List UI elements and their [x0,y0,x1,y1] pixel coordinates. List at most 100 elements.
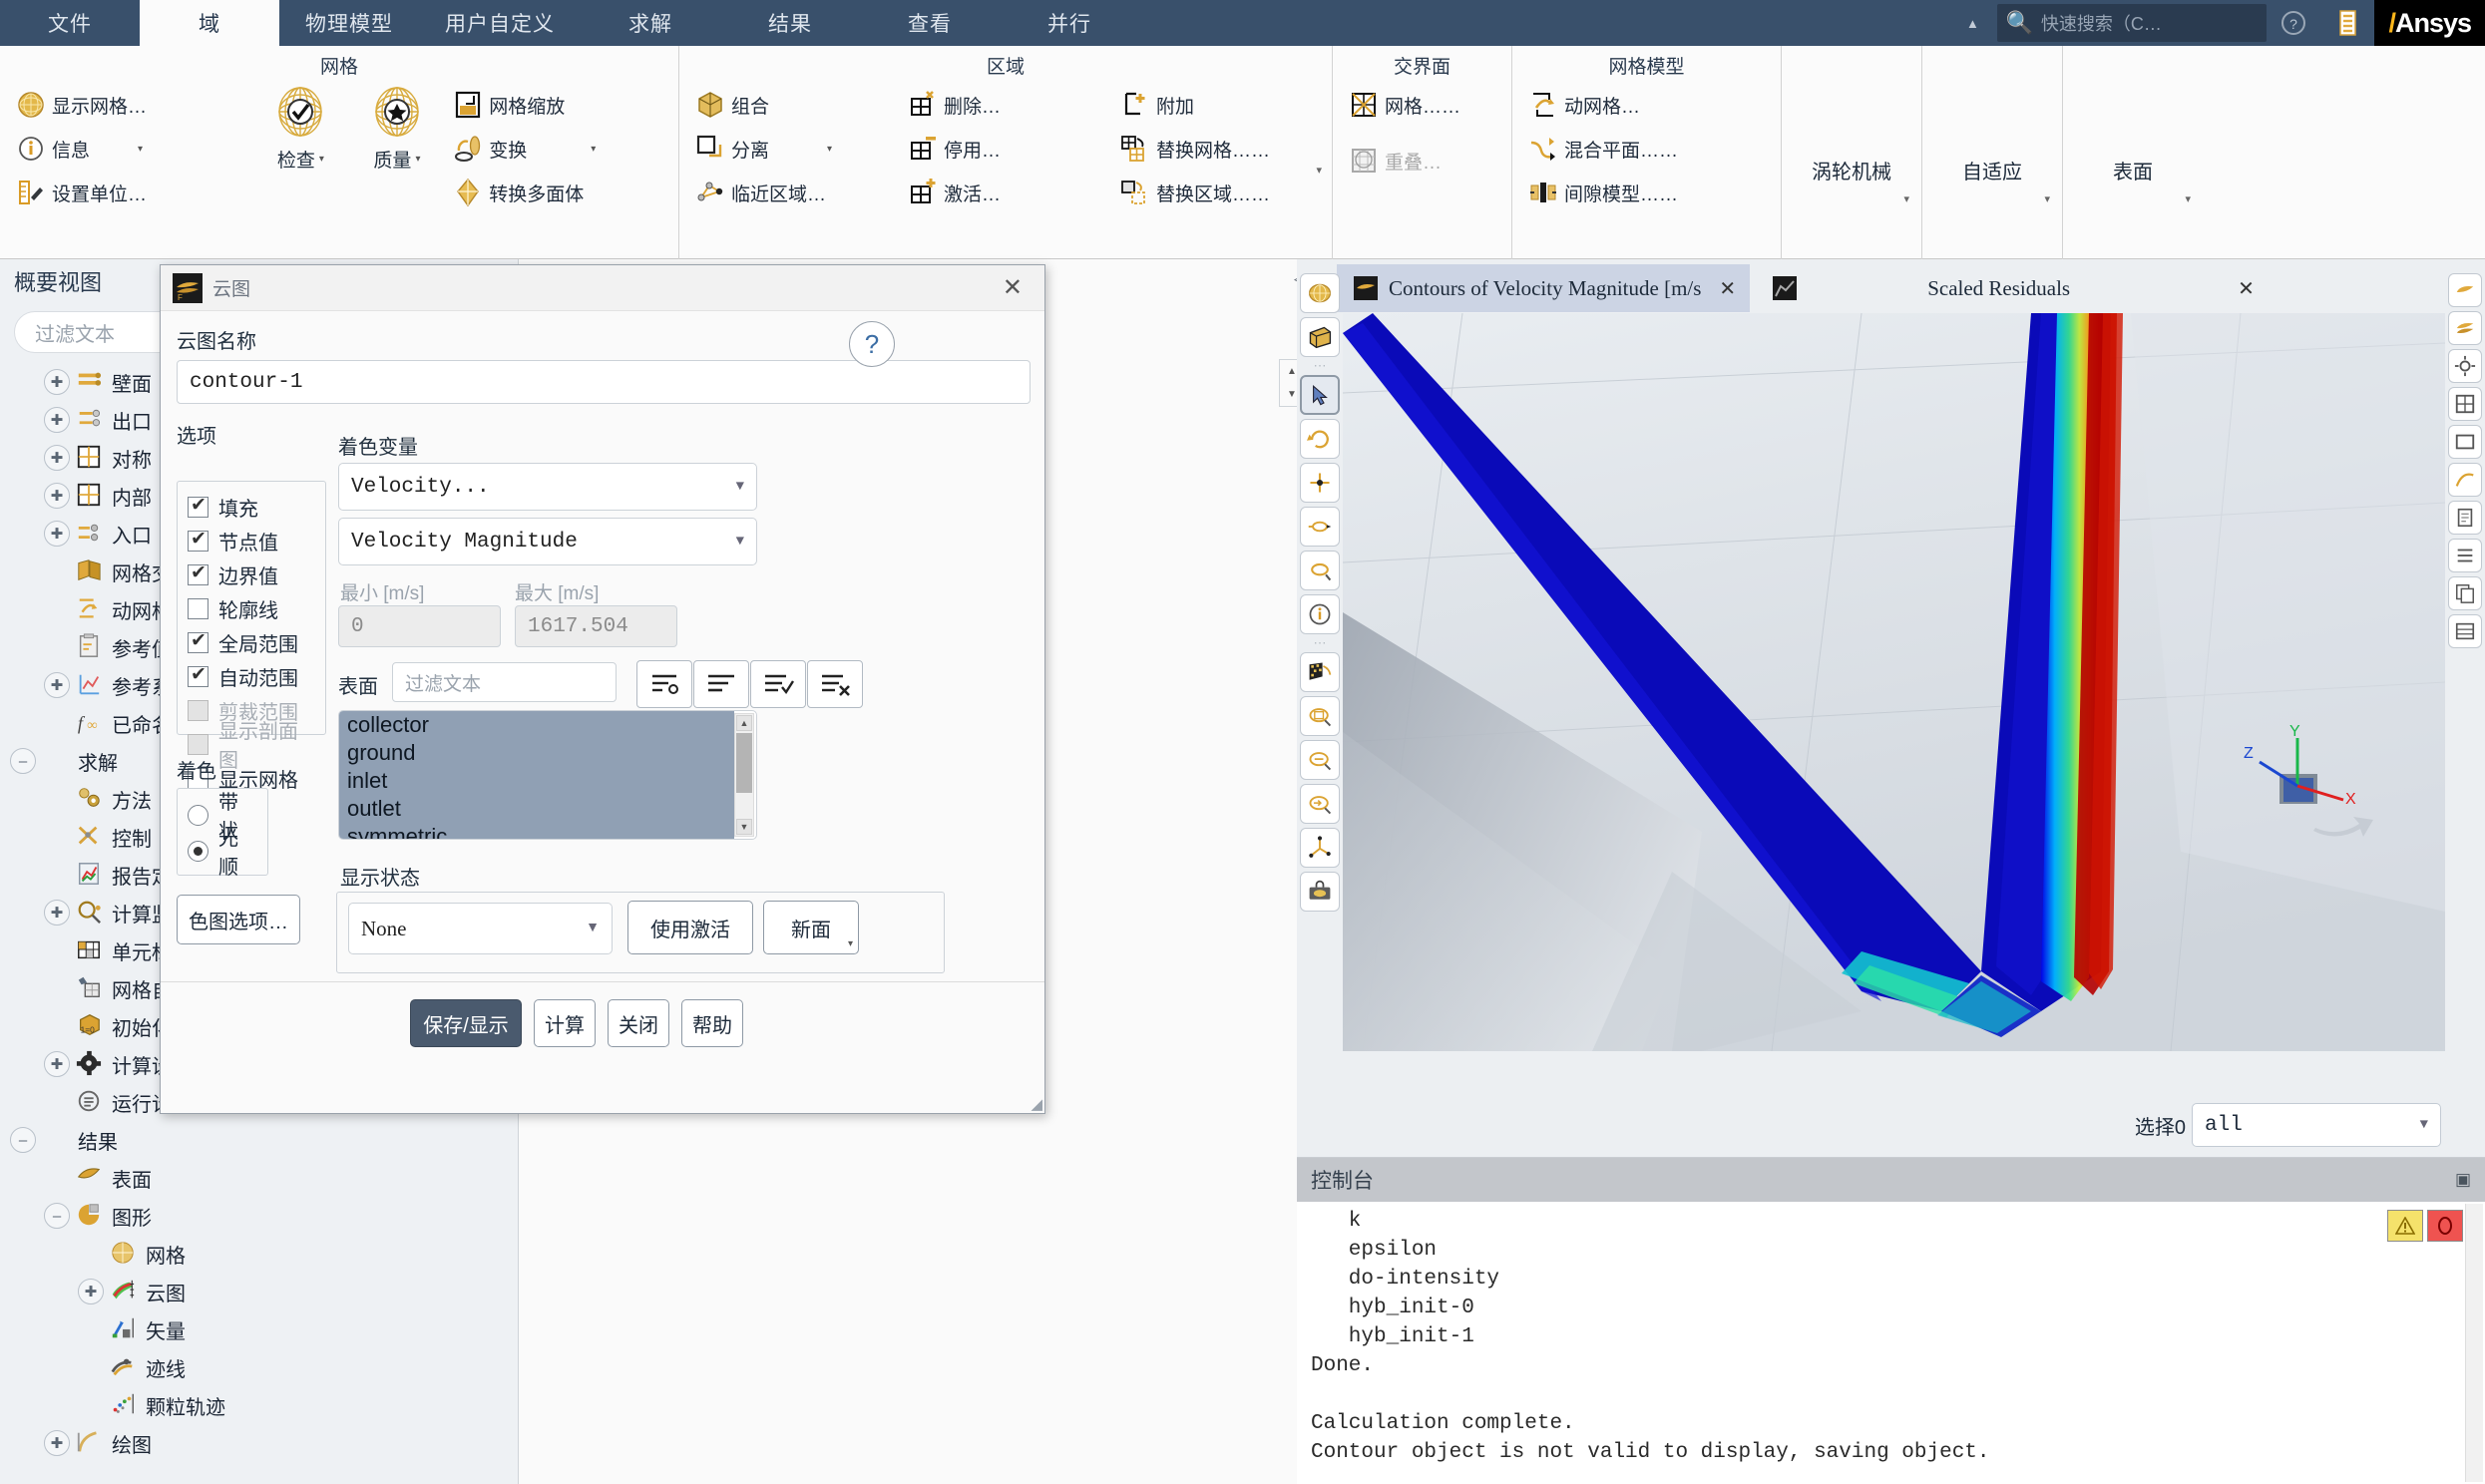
option-row-0[interactable]: 填充 [188,490,315,524]
expand-icon[interactable]: ✚ [44,483,70,509]
gfx-display-mesh-button[interactable] [1300,273,1340,313]
spinner-down-icon[interactable]: ▼ [1287,389,1297,400]
gfx-right-tool-9[interactable] [2448,576,2482,610]
contour-name-input[interactable]: contour-1 [177,360,1031,404]
expand-icon[interactable]: ✚ [44,369,70,395]
option-row-5[interactable]: 自动范围 [188,659,315,693]
collapse-icon[interactable]: – [44,1203,70,1229]
chevron-down-icon[interactable]: ▼ [736,479,744,495]
chevron-down-icon[interactable]: ▾ [319,154,324,165]
error-badge[interactable] [2427,1210,2463,1242]
ribbon-dynamic-mesh-button[interactable]: 动网格… [1522,84,1684,126]
surface-list-item[interactable]: outlet [339,795,734,823]
graphics-tab-residuals[interactable]: Scaled Residuals ✕ [1750,264,2269,312]
tree-item-20[interactable]: – 结果 [0,1121,518,1159]
gfx-zoom-to-fit-button[interactable] [1300,784,1340,824]
option-row-3[interactable]: 轮廓线 [188,591,315,625]
gfx-axis-triad-button[interactable] [1300,828,1340,868]
console-scrollbar[interactable] [2465,1204,2483,1482]
ribbon-separate-button[interactable]: 分离 ▾ [689,128,898,170]
coloring-radio-row-1[interactable]: 光顺 [188,828,257,879]
color-by-category-combo[interactable]: Velocity... ▼ [338,463,757,511]
gfx-probe-button[interactable] [1300,594,1340,634]
gfx-camera-lock-button[interactable] [1300,872,1340,912]
ribbon-surface-button[interactable]: 表面 [2073,80,2193,259]
tree-item-22[interactable]: – 图形 [0,1197,518,1235]
dialog-resize-grip[interactable]: ◢ [1031,1095,1042,1113]
graphics-viewport[interactable]: Y X Z [1343,313,2445,1051]
close-icon[interactable]: ✕ [993,273,1033,302]
tab-parallel[interactable]: 并行 [1000,0,1139,46]
scroll-up-icon[interactable]: ▲ [736,715,752,731]
checkbox-icon[interactable] [188,494,208,518]
tree-item-27[interactable]: 颗粒轨迹 [0,1386,518,1424]
chevron-down-icon[interactable]: ▾ [827,144,832,155]
expand-icon[interactable]: ✚ [44,1430,70,1456]
radio-icon[interactable] [188,804,208,826]
surfaces-listbox[interactable]: collector ground inlet outlet symmetric ▲ ▼ [338,710,757,840]
surfaces-filter-toggle-button[interactable] [636,660,692,708]
chevron-down-icon[interactable]: ▼ [586,921,600,936]
gfx-right-tool-6[interactable] [2448,463,2482,497]
turbo-expand-icon[interactable]: ▾ [1903,192,1909,209]
ribbon-overset-button[interactable]: 重叠… [1343,140,1466,182]
ribbon-make-polyhedra-button[interactable]: 转换多面体 [447,172,668,213]
surface-list-item[interactable]: collector [339,711,734,739]
surface-list-item[interactable]: symmetric [339,823,734,839]
search-input[interactable]: 🔍 快速搜索（C… [1997,4,2268,42]
ribbon-set-units-button[interactable]: 设置单位… [10,172,250,213]
checkbox-icon[interactable] [188,597,208,619]
ribbon-adjacency-button[interactable]: 临近区域… [689,172,898,213]
tree-item-25[interactable]: 矢量 [0,1310,518,1348]
gfx-right-tool-3[interactable] [2448,349,2482,383]
chevron-down-icon[interactable]: ▼ [2420,1117,2428,1133]
adapt-expand-icon[interactable]: ▾ [2044,192,2050,209]
expand-icon[interactable]: ✚ [44,521,70,547]
ribbon-check-button[interactable]: 检查 ▾ [254,84,347,179]
ribbon-replace-zone-button[interactable]: 替换区域…… [1114,172,1308,213]
gfx-bounding-box-button[interactable] [1300,317,1340,357]
expand-icon[interactable]: ✚ [44,407,70,433]
ribbon-delete-zone-button[interactable]: 删除… [902,84,1110,126]
gfx-right-tool-4[interactable] [2448,387,2482,421]
option-row-1[interactable]: 节点值 [188,524,315,557]
min-input[interactable]: 0 [338,605,501,647]
checkbox-icon[interactable] [188,629,208,653]
console-minimize-icon[interactable]: ▣ [2455,1170,2471,1190]
ribbon-turbo-button[interactable]: 涡轮机械 [1792,80,1911,259]
tab-file[interactable]: 文件 [0,0,140,46]
display-state-combo[interactable]: None ▼ [348,903,613,954]
ribbon-display-mesh-button[interactable]: 显示网格… [10,84,250,126]
chevron-down-icon[interactable]: ▾ [591,144,596,155]
dialog-button-0[interactable]: 保存/显示 [410,999,522,1047]
ribbon-combine-button[interactable]: 组合 [689,84,898,126]
gfx-fit-window-button[interactable] [1300,696,1340,736]
ribbon-replace-mesh-button[interactable]: 替换网格…… [1114,128,1308,170]
surfaces-filter-input[interactable]: 过滤文本 [392,662,617,702]
tab-domain[interactable]: 域 [140,0,279,46]
ribbon-activate-button[interactable]: 激活… [902,172,1110,213]
surfaces-select-all-button[interactable] [750,660,806,708]
surfaces-scrollbar[interactable]: ▲ ▼ [734,713,754,837]
scroll-thumb[interactable] [736,733,752,793]
expand-icon[interactable]: ✚ [44,672,70,698]
option-row-2[interactable]: 边界值 [188,557,315,591]
ribbon-append-button[interactable]: 附加 [1114,84,1308,126]
tab-results[interactable]: 结果 [720,0,860,46]
ribbon-quality-button[interactable]: 质量 ▾ [351,84,444,179]
max-input[interactable]: 1617.504 [515,605,677,647]
warning-badge[interactable] [2387,1210,2423,1242]
console-output[interactable]: k epsilon do-intensity hyb_init-0 hyb_in… [1297,1202,2485,1484]
ribbon-interface-mesh-button[interactable]: 网格…… [1343,84,1466,126]
spinner-up-icon[interactable]: ▲ [1287,366,1297,377]
radio-icon[interactable] [188,840,208,862]
surfaces-list-options-button[interactable] [693,660,749,708]
close-icon[interactable]: ✕ [1719,276,1736,301]
color-by-field-combo[interactable]: Velocity Magnitude ▼ [338,518,757,565]
collapse-icon[interactable]: – [10,748,36,774]
notes-icon[interactable] [2320,0,2374,46]
ribbon-deactivate-button[interactable]: 停用… [902,128,1110,170]
ribbon-gap-model-button[interactable]: 间隙模型…… [1522,172,1684,213]
chevron-down-icon[interactable]: ▼ [736,534,744,550]
dialog-button-3[interactable]: 帮助 [681,999,743,1047]
